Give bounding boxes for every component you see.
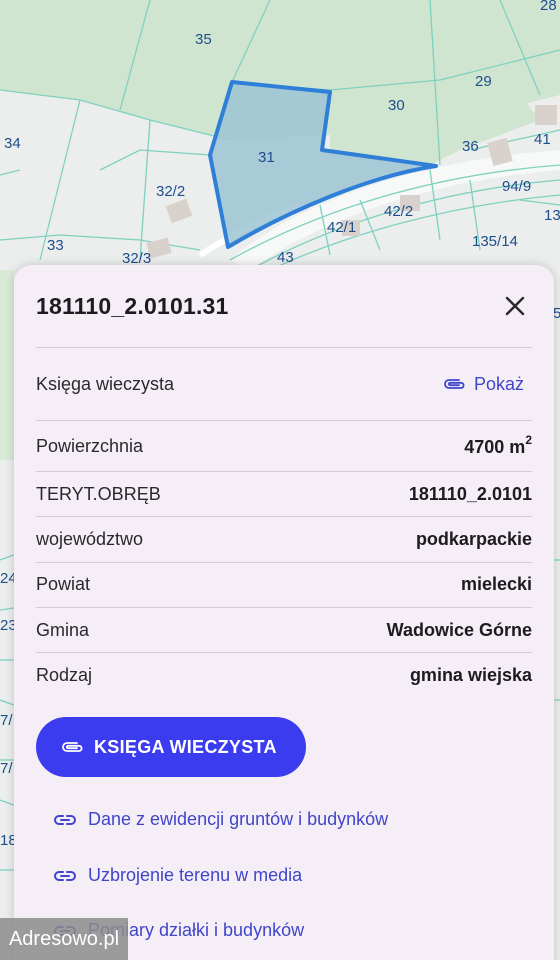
parcel-label: 32/2 — [156, 183, 185, 200]
voivodeship-value: podkarpackie — [415, 528, 532, 549]
parcel-label: 13 — [544, 207, 560, 224]
parcel-label: 36 — [462, 138, 479, 155]
parcel-label: 42/1 — [327, 219, 356, 236]
parcel-label: 30 — [388, 97, 405, 114]
parcel-label: 34 — [4, 135, 21, 152]
county-value: mielecki — [460, 573, 532, 594]
teryt-value: 181110_2.0101 — [408, 483, 532, 504]
close-button[interactable] — [500, 291, 530, 321]
panel-title: 181110_2.0101.31 — [36, 293, 229, 319]
show-ksiega-link[interactable]: Pokaż — [442, 374, 524, 395]
commune-value: Wadowice Górne — [386, 619, 532, 640]
parcel-label: 5 — [553, 305, 560, 322]
parcel-label: 29 — [475, 73, 492, 90]
divider — [36, 347, 532, 348]
parcel-label: 35 — [195, 31, 212, 48]
voivodeship-label: województwo — [36, 528, 144, 549]
divider — [36, 420, 532, 421]
detail-row: Powierzchnia 4700 m2 — [36, 424, 532, 468]
parcel-label: 7/ — [0, 712, 13, 729]
detail-row: TERYT.OBRĘB 181110_2.0101 — [36, 472, 532, 516]
utilities-link[interactable]: Uzbrojenie terenu w media — [54, 865, 302, 886]
ksiega-row: Księga wieczysta Pokaż — [36, 362, 532, 406]
button-label: KSIĘGA WIECZYSTA — [94, 736, 277, 757]
detail-row: województwo podkarpackie — [36, 517, 532, 561]
attachment-icon — [444, 379, 465, 389]
parcel-details-panel: 181110_2.0101.31 Księga wieczysta Pokaż … — [14, 265, 554, 960]
parcel-label: 28 — [540, 0, 557, 14]
parcel-label: 135/14 — [472, 233, 518, 250]
close-icon — [505, 296, 525, 316]
detail-row: Gmina Wadowice Górne — [36, 608, 532, 652]
attachment-icon — [62, 742, 83, 752]
ksiega-label: Księga wieczysta — [36, 373, 175, 394]
parcel-label: 33 — [47, 237, 64, 254]
commune-label: Gmina — [36, 619, 90, 640]
link-label: Uzbrojenie terenu w media — [88, 865, 303, 885]
type-value: gmina wiejska — [409, 664, 532, 685]
area-value: 4700 m2 — [464, 432, 532, 457]
parcel-label: 94/9 — [502, 178, 531, 195]
egib-data-link[interactable]: Dane z ewidencji gruntów i budynków — [54, 809, 388, 830]
parcel-label: 31 — [258, 149, 275, 166]
detail-row: Rodzaj gmina wiejska — [36, 653, 532, 697]
area-label: Powierzchnia — [36, 435, 144, 456]
parcel-label: 41 — [534, 131, 551, 148]
link-label: Dane z ewidencji gruntów i budynków — [88, 809, 389, 829]
teryt-label: TERYT.OBRĘB — [36, 483, 161, 504]
link-icon — [54, 870, 76, 881]
parcel-label: 42/2 — [384, 203, 413, 220]
detail-row: Powiat mielecki — [36, 562, 532, 606]
show-label: Pokaż — [473, 373, 524, 394]
ksiega-wieczysta-button[interactable]: KSIĘGA WIECZYSTA — [36, 717, 306, 777]
link-icon — [54, 814, 76, 825]
county-label: Powiat — [36, 573, 91, 594]
watermark: Adresowo.pl — [0, 918, 128, 960]
parcel-label: 7/ — [0, 760, 13, 777]
type-label: Rodzaj — [36, 664, 93, 685]
parcel-label: 43 — [277, 249, 294, 266]
